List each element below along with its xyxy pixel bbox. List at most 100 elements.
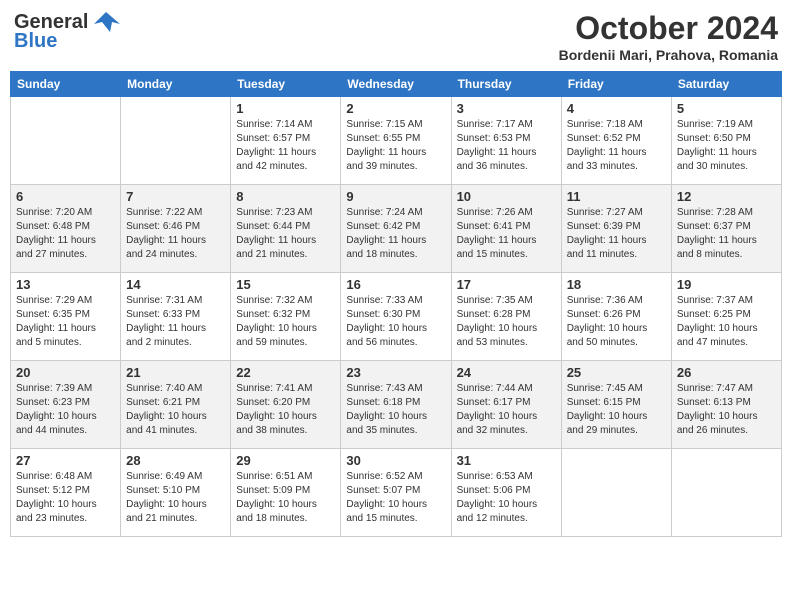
day-number: 2	[346, 101, 445, 116]
sunset-text: Sunset: 6:23 PM	[16, 397, 90, 408]
calendar-cell: 21 Sunrise: 7:40 AM Sunset: 6:21 PM Dayl…	[121, 361, 231, 449]
day-info: Sunrise: 7:31 AM Sunset: 6:33 PM Dayligh…	[126, 294, 225, 350]
daylight-text: Daylight: 11 hours and 27 minutes.	[16, 235, 96, 260]
calendar-cell: 19 Sunrise: 7:37 AM Sunset: 6:25 PM Dayl…	[671, 273, 781, 361]
calendar-cell: 5 Sunrise: 7:19 AM Sunset: 6:50 PM Dayli…	[671, 97, 781, 185]
day-number: 13	[16, 277, 115, 292]
day-number: 11	[567, 189, 666, 204]
title-section: October 2024 Bordenii Mari, Prahova, Rom…	[559, 10, 778, 63]
day-info: Sunrise: 7:17 AM Sunset: 6:53 PM Dayligh…	[457, 118, 556, 174]
day-number: 22	[236, 365, 335, 380]
calendar-cell: 13 Sunrise: 7:29 AM Sunset: 6:35 PM Dayl…	[11, 273, 121, 361]
day-info: Sunrise: 7:36 AM Sunset: 6:26 PM Dayligh…	[567, 294, 666, 350]
day-number: 14	[126, 277, 225, 292]
calendar-cell: 3 Sunrise: 7:17 AM Sunset: 6:53 PM Dayli…	[451, 97, 561, 185]
daylight-text: Daylight: 10 hours and 50 minutes.	[567, 323, 648, 348]
calendar-cell: 11 Sunrise: 7:27 AM Sunset: 6:39 PM Dayl…	[561, 185, 671, 273]
daylight-text: Daylight: 10 hours and 12 minutes.	[457, 499, 538, 524]
sunrise-text: Sunrise: 7:17 AM	[457, 119, 533, 130]
day-info: Sunrise: 6:51 AM Sunset: 5:09 PM Dayligh…	[236, 470, 335, 526]
sunset-text: Sunset: 6:21 PM	[126, 397, 200, 408]
day-info: Sunrise: 7:27 AM Sunset: 6:39 PM Dayligh…	[567, 206, 666, 262]
sunrise-text: Sunrise: 6:48 AM	[16, 471, 92, 482]
daylight-text: Daylight: 10 hours and 29 minutes.	[567, 411, 648, 436]
sunset-text: Sunset: 6:26 PM	[567, 309, 641, 320]
calendar-cell	[11, 97, 121, 185]
sunset-text: Sunset: 6:48 PM	[16, 221, 90, 232]
day-info: Sunrise: 7:45 AM Sunset: 6:15 PM Dayligh…	[567, 382, 666, 438]
sunset-text: Sunset: 6:39 PM	[567, 221, 641, 232]
calendar-cell: 31 Sunrise: 6:53 AM Sunset: 5:06 PM Dayl…	[451, 449, 561, 537]
sunrise-text: Sunrise: 7:36 AM	[567, 295, 643, 306]
col-saturday: Saturday	[671, 72, 781, 97]
col-monday: Monday	[121, 72, 231, 97]
calendar-cell: 24 Sunrise: 7:44 AM Sunset: 6:17 PM Dayl…	[451, 361, 561, 449]
sunrise-text: Sunrise: 7:29 AM	[16, 295, 92, 306]
daylight-text: Daylight: 10 hours and 18 minutes.	[236, 499, 317, 524]
sunrise-text: Sunrise: 7:14 AM	[236, 119, 312, 130]
sunrise-text: Sunrise: 6:53 AM	[457, 471, 533, 482]
day-info: Sunrise: 7:24 AM Sunset: 6:42 PM Dayligh…	[346, 206, 445, 262]
sunset-text: Sunset: 6:20 PM	[236, 397, 310, 408]
day-number: 16	[346, 277, 445, 292]
calendar-cell: 25 Sunrise: 7:45 AM Sunset: 6:15 PM Dayl…	[561, 361, 671, 449]
day-info: Sunrise: 6:48 AM Sunset: 5:12 PM Dayligh…	[16, 470, 115, 526]
day-number: 18	[567, 277, 666, 292]
day-number: 9	[346, 189, 445, 204]
calendar-cell: 10 Sunrise: 7:26 AM Sunset: 6:41 PM Dayl…	[451, 185, 561, 273]
sunrise-text: Sunrise: 7:24 AM	[346, 207, 422, 218]
daylight-text: Daylight: 10 hours and 47 minutes.	[677, 323, 758, 348]
day-info: Sunrise: 7:18 AM Sunset: 6:52 PM Dayligh…	[567, 118, 666, 174]
sunset-text: Sunset: 5:10 PM	[126, 485, 200, 496]
calendar-cell	[561, 449, 671, 537]
calendar-header-row: Sunday Monday Tuesday Wednesday Thursday…	[11, 72, 782, 97]
sunset-text: Sunset: 6:13 PM	[677, 397, 751, 408]
sunset-text: Sunset: 6:52 PM	[567, 133, 641, 144]
sunset-text: Sunset: 6:42 PM	[346, 221, 420, 232]
calendar-cell: 23 Sunrise: 7:43 AM Sunset: 6:18 PM Dayl…	[341, 361, 451, 449]
calendar-cell: 16 Sunrise: 7:33 AM Sunset: 6:30 PM Dayl…	[341, 273, 451, 361]
logo-bird-icon	[92, 10, 120, 34]
day-number: 30	[346, 453, 445, 468]
day-info: Sunrise: 7:37 AM Sunset: 6:25 PM Dayligh…	[677, 294, 776, 350]
calendar-cell	[671, 449, 781, 537]
sunset-text: Sunset: 6:35 PM	[16, 309, 90, 320]
daylight-text: Daylight: 11 hours and 15 minutes.	[457, 235, 537, 260]
daylight-text: Daylight: 10 hours and 44 minutes.	[16, 411, 97, 436]
sunset-text: Sunset: 6:30 PM	[346, 309, 420, 320]
sunset-text: Sunset: 6:32 PM	[236, 309, 310, 320]
col-thursday: Thursday	[451, 72, 561, 97]
sunset-text: Sunset: 6:15 PM	[567, 397, 641, 408]
day-info: Sunrise: 6:49 AM Sunset: 5:10 PM Dayligh…	[126, 470, 225, 526]
day-number: 21	[126, 365, 225, 380]
sunrise-text: Sunrise: 7:44 AM	[457, 383, 533, 394]
daylight-text: Daylight: 11 hours and 39 minutes.	[346, 147, 426, 172]
logo-blue-text: Blue	[14, 30, 57, 53]
calendar-cell: 2 Sunrise: 7:15 AM Sunset: 6:55 PM Dayli…	[341, 97, 451, 185]
day-number: 12	[677, 189, 776, 204]
sunset-text: Sunset: 6:37 PM	[677, 221, 751, 232]
day-number: 20	[16, 365, 115, 380]
daylight-text: Daylight: 11 hours and 11 minutes.	[567, 235, 647, 260]
col-friday: Friday	[561, 72, 671, 97]
day-number: 24	[457, 365, 556, 380]
daylight-text: Daylight: 10 hours and 56 minutes.	[346, 323, 427, 348]
daylight-text: Daylight: 10 hours and 59 minutes.	[236, 323, 317, 348]
day-info: Sunrise: 7:40 AM Sunset: 6:21 PM Dayligh…	[126, 382, 225, 438]
calendar-week-row: 20 Sunrise: 7:39 AM Sunset: 6:23 PM Dayl…	[11, 361, 782, 449]
sunrise-text: Sunrise: 7:31 AM	[126, 295, 202, 306]
day-info: Sunrise: 7:28 AM Sunset: 6:37 PM Dayligh…	[677, 206, 776, 262]
col-sunday: Sunday	[11, 72, 121, 97]
sunset-text: Sunset: 6:33 PM	[126, 309, 200, 320]
logo: General Blue	[14, 10, 120, 53]
sunset-text: Sunset: 6:55 PM	[346, 133, 420, 144]
calendar-cell: 14 Sunrise: 7:31 AM Sunset: 6:33 PM Dayl…	[121, 273, 231, 361]
sunset-text: Sunset: 6:57 PM	[236, 133, 310, 144]
sunset-text: Sunset: 5:09 PM	[236, 485, 310, 496]
daylight-text: Daylight: 10 hours and 26 minutes.	[677, 411, 758, 436]
day-number: 10	[457, 189, 556, 204]
daylight-text: Daylight: 10 hours and 15 minutes.	[346, 499, 427, 524]
calendar-cell: 9 Sunrise: 7:24 AM Sunset: 6:42 PM Dayli…	[341, 185, 451, 273]
day-number: 31	[457, 453, 556, 468]
sunrise-text: Sunrise: 6:49 AM	[126, 471, 202, 482]
